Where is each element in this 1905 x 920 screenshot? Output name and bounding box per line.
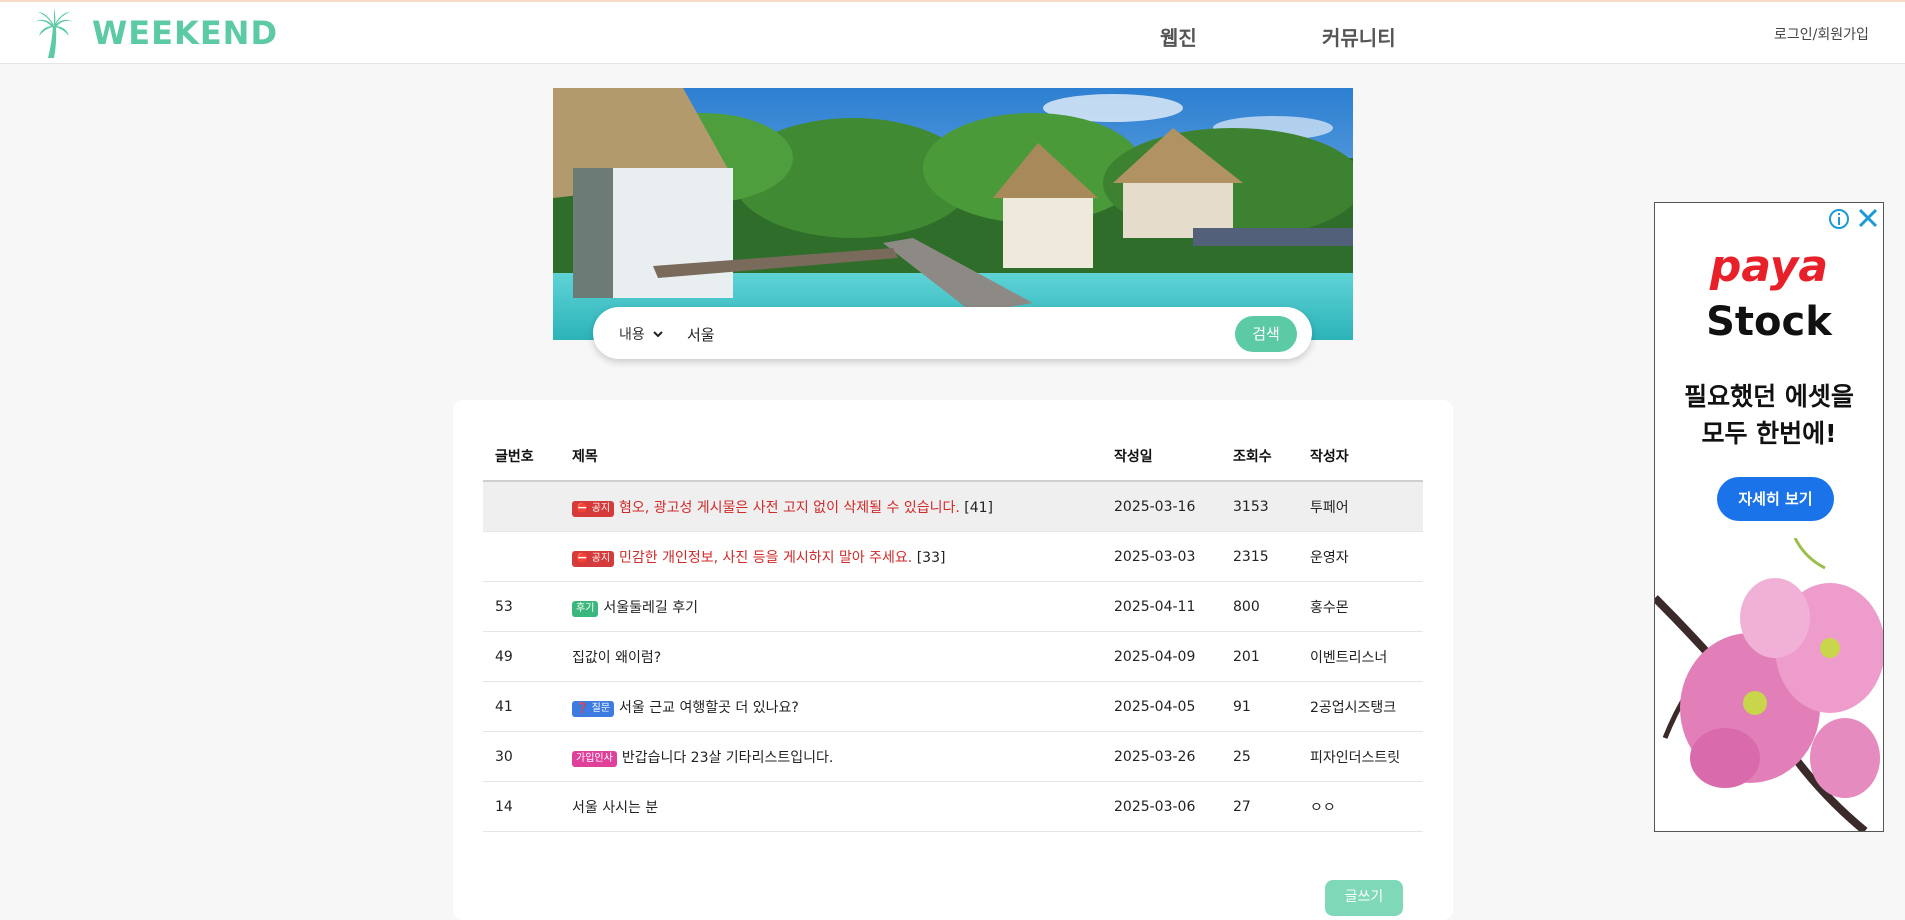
post-title-cell[interactable]: 후기 서울둘레길 후기 [571,581,1113,632]
ad-brand-stock: Stock [1706,299,1832,345]
ad-copy: 필요했던 에셋을 모두 한번에! [1655,378,1883,452]
notice-icon: ⛔ [576,552,589,564]
post-title-link[interactable]: 반갑습니다 23살 기타리스트입니다. [622,750,833,766]
badge-label: 공지 [591,502,611,514]
nav-webzine[interactable]: 웹진 [1160,22,1197,51]
post-date: 2025-03-26 [1113,731,1232,782]
search-type-value: 내용 [619,327,645,343]
post-views: 800 [1232,581,1309,632]
post-title-cell[interactable]: ❓ 질문 서울 근교 여행할곳 더 있나요? [571,681,1113,732]
close-icon[interactable] [1856,206,1880,234]
col-title: 제목 [571,432,1113,482]
login-signup-link[interactable]: 로그인/회원가입 [1774,24,1869,44]
post-title-cell[interactable]: 집값이 왜이럼? [571,631,1113,682]
post-date: 2025-03-03 [1113,531,1232,582]
col-author: 작성자 [1309,432,1423,482]
post-author: ㅇㅇ [1309,781,1423,832]
post-number: 53 [483,581,571,632]
badge-label: 공지 [591,552,611,564]
ad-banner[interactable]: paya Stock 필요했던 에셋을 모두 한번에! 자세히 보기 [1654,202,1884,832]
notice-icon: ⛔ [576,502,589,514]
table-header-row: 글번호 제목 작성일 조회수 작성자 [483,432,1423,482]
table-row[interactable]: 49 집값이 왜이럼? 2025-04-09 201 이벤트리스너 [483,631,1423,682]
post-title-link[interactable]: 서울 사시는 분 [572,800,658,816]
badge-label: 질문 [591,702,611,714]
post-author: 홍수몬 [1309,581,1423,632]
table-row[interactable]: 41 ❓ 질문 서울 근교 여행할곳 더 있나요? 2025-04-05 91 … [483,681,1423,732]
col-views: 조회수 [1232,432,1309,482]
table-row[interactable]: 53 후기 서울둘레길 후기 2025-04-11 800 홍수몬 [483,581,1423,632]
ad-copy-line: 필요했던 에셋을 [1684,382,1854,411]
post-title-cell[interactable]: 서울 사시는 분 [571,781,1113,832]
post-title-link[interactable]: 서울둘레길 후기 [603,600,698,616]
comment-count: [41] [964,499,993,516]
banner-image [553,88,1353,340]
post-views: 2315 [1232,531,1309,582]
post-views: 3153 [1232,481,1309,532]
post-title-link[interactable]: 서울 근교 여행할곳 더 있나요? [619,700,799,716]
post-board: 글번호 제목 작성일 조회수 작성자 ⛔ 공지 혐오, 광고성 게시물은 사전 … [453,400,1453,920]
post-date: 2025-04-05 [1113,681,1232,732]
write-post-button[interactable]: 글쓰기 [1325,880,1403,916]
post-number [483,531,571,582]
post-number: 41 [483,681,571,732]
col-post-number: 글번호 [483,432,571,482]
post-table: 글번호 제목 작성일 조회수 작성자 ⛔ 공지 혐오, 광고성 게시물은 사전 … [483,432,1423,832]
palm-tree-icon [34,8,74,58]
search-type-select[interactable]: 내용 [619,324,663,344]
review-badge: 후기 [572,600,599,617]
post-title-cell[interactable]: ⛔ 공지 혐오, 광고성 게시물은 사전 고지 없이 삭제될 수 있습니다. [… [571,481,1113,532]
post-title-link[interactable]: 집값이 왜이럼? [572,650,661,666]
post-author: 2공업시즈탱크 [1309,681,1423,732]
table-row[interactable]: ⛔ 공지 민감한 개인정보, 사진 등을 게시하지 말아 주세요. [33] 2… [483,531,1423,582]
post-author: 피자인더스트릿 [1309,731,1423,782]
post-title-link[interactable]: 민감한 개인정보, 사진 등을 게시하지 말아 주세요. [619,550,912,566]
post-views: 91 [1232,681,1309,732]
post-date: 2025-04-09 [1113,631,1232,682]
col-date: 작성일 [1113,432,1232,482]
site-logo[interactable]: WEEKEND [34,8,278,58]
logo-text: WEEKEND [92,14,279,52]
greeting-badge: 가입인사 [572,750,617,767]
search-input[interactable] [685,318,1209,350]
post-number: 49 [483,631,571,682]
comment-count: [33] [916,549,946,566]
ad-brand-paya: paya [1709,241,1829,292]
post-title-cell[interactable]: 가입인사 반갑습니다 23살 기타리스트입니다. [571,731,1113,782]
post-date: 2025-04-11 [1113,581,1232,632]
notice-badge: ⛔ 공지 [572,500,615,517]
post-date: 2025-03-16 [1113,481,1232,532]
search-bar: 내용 검색 [593,307,1312,359]
ad-flower-image [1655,537,1883,831]
table-row[interactable]: ⛔ 공지 혐오, 광고성 게시물은 사전 고지 없이 삭제될 수 있습니다. [… [483,481,1423,532]
post-author: 운영자 [1309,531,1423,582]
post-number: 30 [483,731,571,782]
post-author: 이벤트리스너 [1309,631,1423,682]
table-row[interactable]: 30 가입인사 반갑습니다 23살 기타리스트입니다. 2025-03-26 25… [483,731,1423,782]
post-views: 201 [1232,631,1309,682]
site-header: WEEKEND 웹진 커뮤니티 로그인/회원가입 [0,2,1905,64]
post-views: 27 [1232,781,1309,832]
post-title-cell[interactable]: ⛔ 공지 민감한 개인정보, 사진 등을 게시하지 말아 주세요. [33] [571,531,1113,582]
search-button[interactable]: 검색 [1235,316,1297,352]
nav-community[interactable]: 커뮤니티 [1322,22,1396,51]
post-number [483,481,571,532]
chevron-down-icon [653,328,663,341]
post-author: 투페어 [1309,481,1423,532]
question-icon: ❓ [576,702,589,714]
ad-info-icon[interactable] [1828,208,1850,234]
post-date: 2025-03-06 [1113,781,1232,832]
post-views: 25 [1232,731,1309,782]
table-row[interactable]: 14 서울 사시는 분 2025-03-06 27 ㅇㅇ [483,781,1423,832]
post-title-link[interactable]: 혐오, 광고성 게시물은 사전 고지 없이 삭제될 수 있습니다. [619,500,960,516]
post-number: 14 [483,781,571,832]
ad-details-button[interactable]: 자세히 보기 [1717,477,1834,521]
question-badge: ❓ 질문 [572,700,615,717]
ad-copy-line: 모두 한번에! [1701,419,1837,448]
notice-badge: ⛔ 공지 [572,550,615,567]
